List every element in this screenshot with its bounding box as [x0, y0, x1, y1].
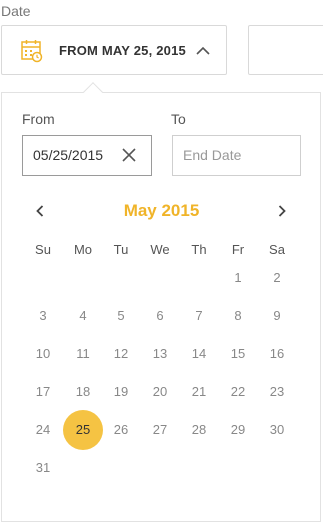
- calendar-day[interactable]: 13: [140, 346, 180, 361]
- weekday-label: Mo: [73, 242, 93, 257]
- calendar-day[interactable]: 30: [257, 422, 297, 437]
- date-range-trigger[interactable]: FROM MAY 25, 2015: [1, 25, 227, 75]
- calendar-day[interactable]: 24: [23, 422, 63, 437]
- calendar-day[interactable]: 4: [63, 308, 103, 323]
- calendar-day-selected[interactable]: 25: [63, 422, 103, 437]
- weekday-label: Su: [35, 242, 51, 257]
- calendar-day[interactable]: 27: [140, 422, 180, 437]
- calendar-day[interactable]: 18: [63, 384, 103, 399]
- calendar-day[interactable]: 19: [101, 384, 141, 399]
- calendar-day[interactable]: 3: [23, 308, 63, 323]
- calendar-day[interactable]: 16: [257, 346, 297, 361]
- weekday-label: We: [150, 242, 170, 257]
- calendar-day[interactable]: 7: [179, 308, 219, 323]
- to-date-input[interactable]: End Date: [172, 135, 301, 176]
- calendar-day[interactable]: 21: [179, 384, 219, 399]
- calendar-day[interactable]: 10: [23, 346, 63, 361]
- calendar-day[interactable]: 23: [257, 384, 297, 399]
- to-label: To: [171, 111, 186, 127]
- chevron-right-icon[interactable]: [276, 203, 288, 219]
- calendar-day[interactable]: 29: [218, 422, 258, 437]
- calendar-day[interactable]: 28: [179, 422, 219, 437]
- weekday-label: Th: [191, 242, 207, 257]
- secondary-filter-box[interactable]: [248, 25, 323, 75]
- calendar-day[interactable]: 5: [101, 308, 141, 323]
- calendar-day[interactable]: 26: [101, 422, 141, 437]
- calendar-day[interactable]: 8: [218, 308, 258, 323]
- calendar-day[interactable]: 9: [257, 308, 297, 323]
- calendar-day[interactable]: 2: [257, 270, 297, 285]
- calendar-day[interactable]: 11: [63, 346, 103, 361]
- calendar-day[interactable]: 14: [179, 346, 219, 361]
- weekday-label: Sa: [269, 242, 285, 257]
- calendar-day[interactable]: 20: [140, 384, 180, 399]
- date-range-summary: FROM MAY 25, 2015: [59, 43, 186, 58]
- weekday-label: Tu: [113, 242, 129, 257]
- chevron-up-icon: [195, 44, 211, 56]
- calendar-day[interactable]: 15: [218, 346, 258, 361]
- calendar-day[interactable]: 1: [218, 270, 258, 285]
- calendar-icon: [21, 39, 43, 63]
- calendar-day[interactable]: 17: [23, 384, 63, 399]
- month-title: May 2015: [123, 201, 200, 220]
- weekday-label: Fr: [231, 242, 245, 257]
- calendar-day[interactable]: 12: [101, 346, 141, 361]
- from-label: From: [22, 111, 55, 127]
- calendar-day[interactable]: 6: [140, 308, 180, 323]
- calendar-day[interactable]: 31: [23, 460, 63, 475]
- close-icon[interactable]: [121, 147, 137, 163]
- calendar-day[interactable]: 22: [218, 384, 258, 399]
- date-label: Date: [1, 3, 31, 19]
